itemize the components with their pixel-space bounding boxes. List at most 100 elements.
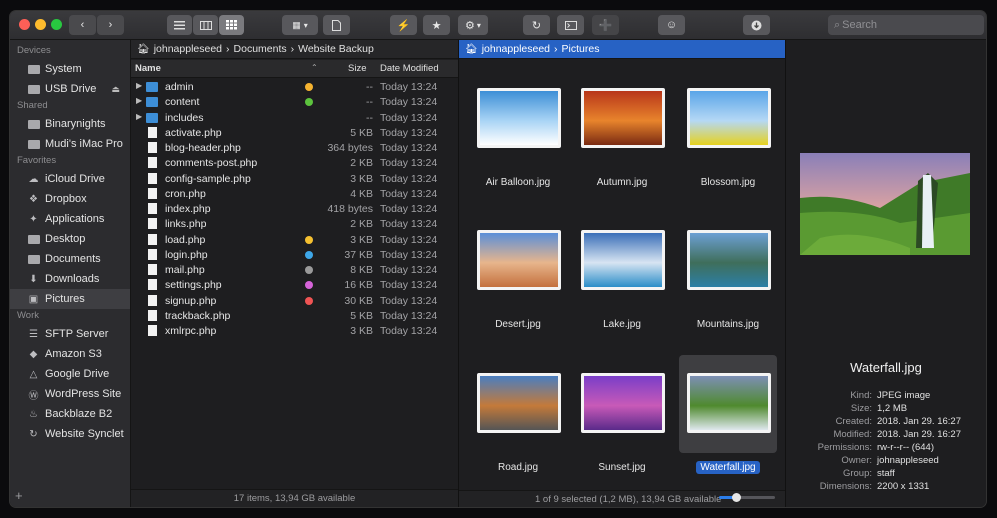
sidebar-item-applications[interactable]: ✦ Applications [10, 209, 130, 229]
toolbar: ‹ › ▦ ▾ ⚡ ★ ⚙ ▾ ↻ ➕ ☺ ⌕ Search [10, 11, 986, 40]
folder-icon [146, 112, 158, 123]
sync-button[interactable]: ↻ [523, 15, 550, 35]
file-row[interactable]: load.php 3 KB Today 13:24 [131, 233, 458, 248]
favorite-button[interactable]: ★ [423, 15, 450, 35]
quick-action-button[interactable]: ⚡ [390, 15, 417, 35]
sidebar-item-website-synclet[interactable]: ↻ Website Synclet [10, 424, 130, 444]
sidebar-item-documents[interactable]: Documents [10, 249, 130, 269]
file-row[interactable]: signup.php 30 KB Today 13:24 [131, 294, 458, 309]
breadcrumb-item[interactable]: Documents [234, 43, 287, 55]
add-location-button[interactable]: + [15, 488, 23, 503]
image-thumbnail[interactable] [477, 230, 561, 290]
forward-button[interactable]: › [97, 15, 124, 35]
close-window-button[interactable] [19, 19, 30, 30]
image-thumbnail[interactable] [687, 373, 771, 433]
sidebar-item-backblaze-b2[interactable]: ♨ Backblaze B2 [10, 404, 130, 424]
file-row[interactable]: blog-header.php 364 bytes Today 13:24 [131, 141, 458, 156]
zoom-window-button[interactable] [51, 19, 62, 30]
thumbnail-image [690, 91, 768, 145]
document-icon [332, 19, 341, 31]
file-size: 3 KB [350, 233, 373, 246]
file-name: includes [165, 111, 204, 124]
file-row[interactable]: comments-post.php 2 KB Today 13:24 [131, 156, 458, 171]
zoom-slider-knob[interactable] [731, 493, 741, 502]
file-row[interactable]: login.php 37 KB Today 13:24 [131, 248, 458, 263]
image-thumbnail[interactable] [477, 373, 561, 433]
column-size-header[interactable]: Size [348, 63, 366, 74]
file-size: 3 KB [350, 325, 373, 337]
connect-button[interactable]: ➕ [592, 15, 619, 35]
sidebar-item-desktop[interactable]: Desktop [10, 229, 130, 249]
search-input[interactable]: ⌕ Search [828, 15, 984, 35]
sidebar-item-system[interactable]: System [10, 59, 130, 79]
file-row[interactable]: activate.php 5 KB Today 13:24 [131, 126, 458, 141]
column-view-button[interactable] [193, 15, 218, 35]
column-name-header[interactable]: Name [135, 63, 161, 74]
image-thumbnail[interactable] [581, 88, 665, 148]
column-date-header[interactable]: Date Modified [380, 63, 439, 74]
chevron-down-icon: ▾ [303, 20, 308, 30]
sidebar-item-usb-drive[interactable]: USB Drive ⏏ [10, 79, 130, 99]
action-menu-button[interactable]: ⚙ ▾ [458, 15, 488, 35]
breadcrumb-item[interactable]: Website Backup [298, 43, 374, 55]
breadcrumb-item[interactable]: johnappleseed [482, 43, 550, 55]
list-view-button[interactable] [167, 15, 192, 35]
home-icon: 🏠︎ [137, 43, 150, 55]
disclosure-triangle-icon[interactable]: ▶ [136, 81, 142, 90]
list-view-icon [174, 20, 185, 29]
sidebar-item-amazon-s3[interactable]: ◆ Amazon S3 [10, 344, 130, 364]
document-icon [148, 325, 157, 336]
sidebar-item-downloads[interactable]: ⬇ Downloads [10, 269, 130, 289]
file-size: 2 KB [350, 218, 373, 231]
arrange-menu-button[interactable]: ▦ ▾ [282, 15, 318, 35]
download-button[interactable] [743, 15, 770, 35]
sidebar-item-google-drive[interactable]: △ Google Drive [10, 364, 130, 384]
file-size: 364 bytes [327, 142, 373, 154]
eject-icon[interactable]: ⏏ [111, 84, 120, 95]
breadcrumb-item[interactable]: Pictures [562, 43, 600, 55]
icon-view-button[interactable] [219, 15, 244, 35]
file-row[interactable]: links.php 2 KB Today 13:24 [131, 217, 458, 232]
file-row[interactable]: settings.php 16 KB Today 13:24 [131, 278, 458, 293]
disclosure-triangle-icon[interactable]: ▶ [136, 96, 142, 105]
file-row[interactable]: xmlrpc.php 3 KB Today 13:24 [131, 324, 458, 339]
folder-icon [146, 97, 158, 108]
chevron-left-icon: ‹ [80, 19, 85, 31]
sidebar-item-binarynights[interactable]: Binarynights [10, 114, 130, 134]
image-thumbnail[interactable] [687, 88, 771, 148]
file-row[interactable]: index.php 418 bytes Today 13:24 [131, 202, 458, 217]
sidebar-item-dropbox[interactable]: ❖ Dropbox [10, 189, 130, 209]
file-row[interactable]: trackback.php 5 KB Today 13:24 [131, 309, 458, 324]
emoji-button[interactable]: ☺ [658, 15, 685, 35]
zoom-slider[interactable] [719, 493, 775, 502]
sidebar-item-wordpress-site[interactable]: Ⓦ WordPress Site [10, 384, 130, 404]
app-window: ‹ › ▦ ▾ ⚡ ★ ⚙ ▾ ↻ ➕ ☺ ⌕ Search + Devices… [10, 11, 986, 507]
network-computer-icon-shape [27, 139, 40, 149]
sidebar-item-sftp-server[interactable]: ☰ SFTP Server [10, 324, 130, 344]
image-thumbnail[interactable] [581, 230, 665, 290]
file-row[interactable]: cron.php 4 KB Today 13:24 [131, 187, 458, 202]
file-row[interactable]: ▶ includes -- Today 13:24 [131, 111, 458, 126]
new-file-button[interactable] [323, 15, 350, 35]
disclosure-triangle-icon[interactable]: ▶ [136, 112, 142, 121]
file-row[interactable]: config-sample.php 3 KB Today 13:24 [131, 172, 458, 187]
sidebar-item-icloud-drive[interactable]: ☁ iCloud Drive [10, 169, 130, 189]
back-button[interactable]: ‹ [69, 15, 96, 35]
image-thumbnail[interactable] [687, 230, 771, 290]
file-row[interactable]: mail.php 8 KB Today 13:24 [131, 263, 458, 278]
sidebar-item-mudi-s-imac-pro[interactable]: Mudi's iMac Pro [10, 134, 130, 154]
terminal-button[interactable] [557, 15, 584, 35]
sidebar-item-pictures[interactable]: ▣ Pictures [10, 289, 130, 309]
document-icon [148, 248, 157, 260]
minimize-window-button[interactable] [35, 19, 46, 30]
sort-ascending-icon: ⌃ [311, 63, 318, 72]
image-thumbnail[interactable] [477, 88, 561, 148]
file-row[interactable]: ▶ content -- Today 13:24 [131, 95, 458, 110]
file-size: 3 KB [350, 172, 373, 185]
sidebar-item-label: Desktop [45, 233, 86, 245]
file-row[interactable]: ▶ admin -- Today 13:24 [131, 80, 458, 95]
file-name: config-sample.php [165, 172, 251, 185]
breadcrumb-item[interactable]: johnappleseed [154, 43, 222, 55]
image-thumbnail[interactable] [581, 373, 665, 433]
breadcrumb: 🏠︎ johnappleseed › Documents › Website Backu… [131, 40, 458, 59]
